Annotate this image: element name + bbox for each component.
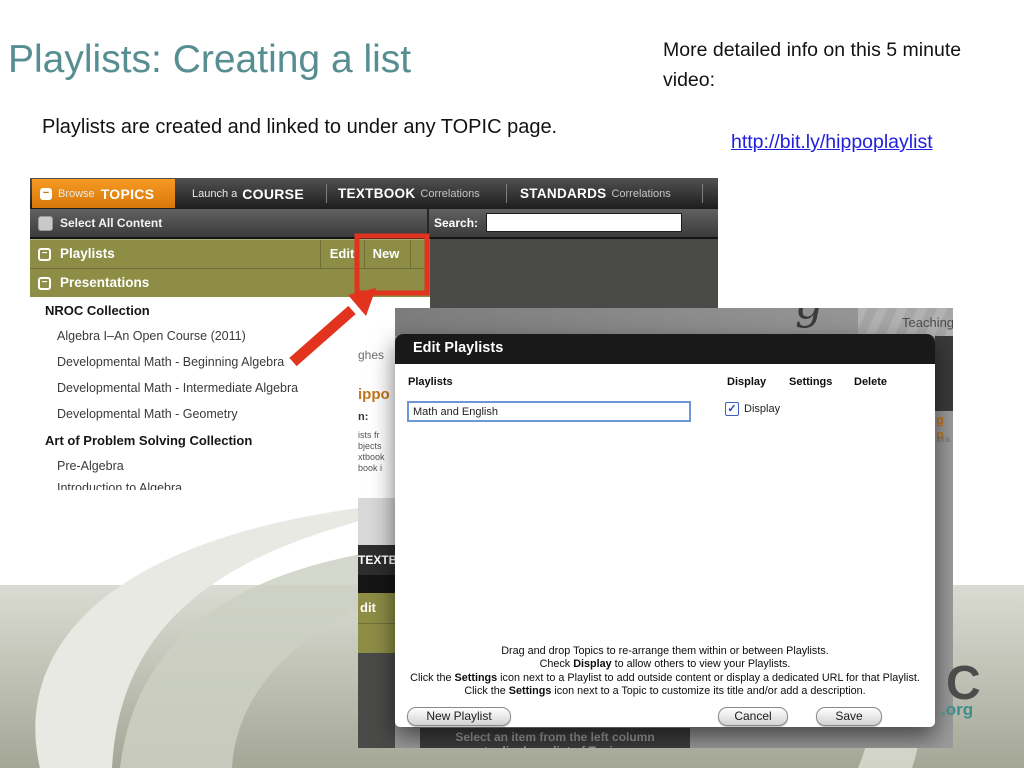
dialog-body: Playlists Display Settings Delete ✓ Disp…	[395, 364, 935, 727]
slide: Playlists: Creating a list Playlists are…	[0, 0, 1024, 768]
nav-label: COURSE	[242, 185, 304, 202]
text-fragment: dit	[360, 600, 376, 615]
tab-browse-topics[interactable]: − Browse TOPICS	[32, 179, 175, 208]
instruction-line: Click the Settings icon next to a Playli…	[410, 671, 920, 684]
playlists-section-label: Playlists	[60, 246, 115, 261]
video-link[interactable]: http://bit.ly/hippoplaylist	[731, 131, 933, 154]
nav-launch-course[interactable]: Launch a COURSE	[192, 178, 304, 209]
search-label: Search:	[434, 216, 479, 230]
search-input[interactable]	[486, 213, 682, 232]
new-playlist-button[interactable]: New	[366, 246, 406, 261]
list-item[interactable]: Developmental Math - Geometry	[57, 407, 238, 421]
dialog-header: Edit Playlists	[395, 334, 935, 364]
divider	[410, 240, 411, 268]
column-header-delete: Delete	[854, 376, 888, 388]
nav-separator	[702, 184, 703, 203]
list-item[interactable]: Developmental Math - Beginning Algebra	[57, 355, 284, 369]
text-fragment: ippo	[358, 386, 390, 403]
list-item[interactable]: Art of Problem Solving Collection	[45, 433, 252, 448]
nav-standards-correlations[interactable]: STANDARDS Correlations	[520, 178, 671, 209]
text-fragment: ghes	[358, 348, 385, 362]
underlying-page-block	[358, 575, 395, 593]
underlying-header-strip: Teaching g	[395, 308, 953, 336]
column-header-display: Display	[727, 376, 767, 388]
underlying-olive-row	[358, 623, 395, 653]
presentations-section-label: Presentations	[60, 275, 150, 290]
column-header-playlists: Playlists	[408, 376, 453, 388]
nav-textbook-correlations[interactable]: TEXTBOOK Correlations	[338, 178, 480, 209]
dialog-instructions: Drag and drop Topics to re-arrange them …	[395, 645, 935, 699]
divider	[427, 209, 429, 237]
underlying-page-column: ghes ippo n: ists fr bjects xtbook book …	[358, 308, 395, 498]
instruction-line: Check Display to allow others to view yo…	[539, 658, 791, 671]
text-fragment: ists fr	[358, 430, 380, 440]
playlist-name-input[interactable]	[407, 401, 691, 422]
hint-line: Select an item from the left column	[455, 730, 655, 744]
hippocampus-logo-fragment: g	[795, 308, 823, 329]
underlying-page-block	[358, 653, 395, 748]
divider	[320, 240, 321, 268]
underlying-hint-bar: Select an item from the left column to d…	[420, 728, 690, 748]
nav-label: Correlations	[420, 187, 480, 200]
subtitle-text: Playlists are created and linked to unde…	[42, 116, 558, 138]
save-button[interactable]: Save	[816, 707, 882, 726]
display-checkbox[interactable]: ✓	[725, 402, 739, 416]
divider	[364, 240, 365, 268]
display-checkbox-label: Display	[744, 403, 781, 415]
info-text: More detailed info on this 5 minute vide…	[663, 39, 962, 91]
list-item[interactable]: Developmental Math - Intermediate Algebr…	[57, 381, 298, 395]
page-title: Playlists: Creating a list	[8, 38, 412, 81]
underlying-page-block	[358, 498, 395, 545]
column-header-settings: Settings	[789, 376, 833, 388]
select-all-row: Select All Content Search:	[30, 209, 718, 239]
text-fragment: n:	[358, 411, 369, 423]
edit-playlists-button[interactable]: Edit	[322, 246, 362, 261]
collapse-icon: −	[40, 187, 52, 200]
dialog-title: Edit Playlists	[413, 340, 504, 356]
nav-separator	[326, 184, 327, 203]
list-item[interactable]: NROC Collection	[45, 303, 150, 318]
text-fragment: TEXTB	[358, 553, 395, 567]
text-fragment: xtbook	[358, 452, 385, 462]
collapse-icon[interactable]: −	[38, 248, 51, 261]
nav-label: STANDARDS	[520, 186, 607, 201]
instruction-line: Drag and drop Topics to re-arrange them …	[501, 645, 829, 657]
teaching-tab: Teaching	[858, 308, 953, 336]
list-item[interactable]: Pre-Algebra	[57, 459, 124, 473]
text-fragment: bra	[937, 434, 951, 444]
nav-label: TOPICS	[100, 185, 155, 202]
new-playlist-dialog-button[interactable]: New Playlist	[407, 707, 511, 726]
select-all-label: Select All Content	[60, 216, 163, 230]
nav-separator	[506, 184, 507, 203]
underlying-page-block	[935, 336, 953, 411]
collapse-icon[interactable]: −	[38, 277, 51, 290]
nav-label: Correlations	[611, 187, 671, 200]
hint-line: to display a list of Topics	[420, 744, 690, 748]
nav-label: TEXTBOOK	[338, 186, 416, 201]
top-navbar: − Browse TOPICS Launch a COURSE TEXTBOOK…	[30, 178, 718, 209]
list-item[interactable]: Algebra I–An Open Course (2011)	[57, 329, 246, 343]
nroc-logo-org: .org	[941, 700, 974, 719]
select-all-checkbox[interactable]	[38, 216, 53, 231]
edit-playlists-screenshot: ghes ippo n: ists fr bjects xtbook book …	[358, 308, 953, 748]
text-fragment: bjects	[358, 441, 382, 451]
nav-label: Browse	[58, 187, 95, 200]
text-fragment: book i	[358, 463, 383, 473]
instruction-line: Click the Settings icon next to a Topic …	[464, 685, 866, 698]
nav-label: Launch a	[192, 187, 238, 200]
underlying-navbar-fragment: TEXTB	[358, 545, 395, 575]
list-item[interactable]: Introduction to Algebra	[57, 481, 182, 490]
underlying-olive-row: dit	[358, 593, 395, 623]
edit-playlists-dialog: Edit Playlists Playlists Display Setting…	[395, 334, 935, 727]
teaching-label: Teaching	[902, 315, 953, 330]
cancel-button[interactable]: Cancel	[718, 707, 788, 726]
